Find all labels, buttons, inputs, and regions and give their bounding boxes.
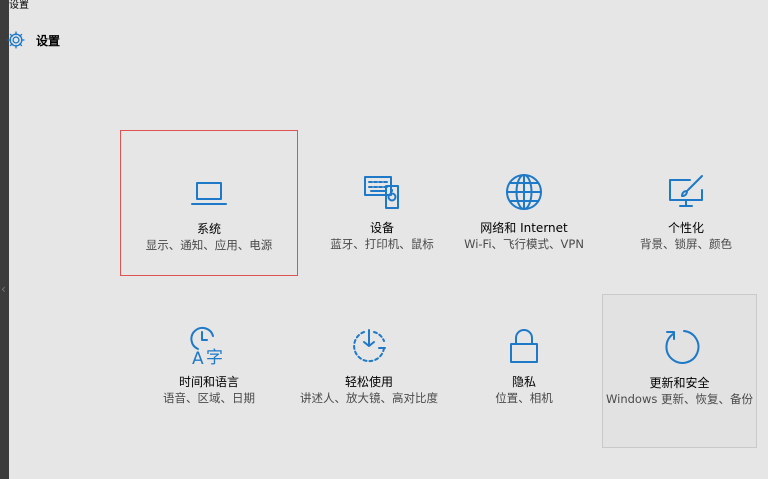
tile-description: 显示、通知、应用、电源 [145,238,273,252]
tile-name: 隐私 [511,375,536,389]
lock-icon [510,329,538,363]
tile-name: 时间和语言 [178,375,239,389]
tile-update-security[interactable]: 更新和安全 Windows 更新、恢复、备份 [602,294,757,448]
tile-privacy[interactable]: 隐私 位置、相机 [435,294,613,448]
window-title: 设置 [9,0,29,11]
ease-of-access-icon [353,329,386,363]
chevron-left-icon: ‹ [1,282,6,296]
tile-description: 位置、相机 [495,391,553,405]
refresh-icon [664,330,699,364]
tile-name: 设备 [369,221,394,235]
devices-icon [364,176,399,209]
tile-personalization[interactable]: 个性化 背景、锁屏、颜色 [602,130,768,276]
tile-description: 讲述人、放大镜、高对比度 [300,391,438,405]
tile-name: 轻松使用 [344,375,393,389]
tile-time-language[interactable]: A 字 时间和语言 语音、区域、日期 [120,294,298,448]
tile-name: 个性化 [667,221,704,235]
tile-system[interactable]: 系统 显示、通知、应用、电源 [120,130,298,276]
tile-description: Windows 更新、恢复、备份 [606,392,753,406]
globe-icon [506,174,542,210]
tile-description: Wi-Fi、飞行模式、VPN [464,237,584,251]
time-language-icon: A 字 [190,326,223,366]
tile-description: 语音、区域、日期 [163,391,255,405]
tile-network[interactable]: 网络和 Internet Wi-Fi、飞行模式、VPN [435,130,613,276]
tile-ease-of-access[interactable]: 轻松使用 讲述人、放大镜、高对比度 [280,294,458,448]
gear-icon [7,31,25,49]
settings-window: 设置 设置 系统 显示、通知、应用、电源 设备 蓝牙、打印机、鼠标 网络和 In… [7,0,768,479]
laptop-icon [191,182,227,205]
page-title: 设置 [36,33,61,48]
tile-name: 网络和 Internet [480,221,568,235]
tile-description: 背景、锁屏、颜色 [640,237,732,251]
tile-name: 系统 [196,222,221,236]
svg-text:A: A [192,349,204,366]
header: 设置 [7,28,61,52]
tile-name: 更新和安全 [649,376,710,390]
personalization-icon [669,175,703,207]
svg-text:字: 字 [206,348,223,366]
left-edge-strip: ‹ [0,0,9,479]
